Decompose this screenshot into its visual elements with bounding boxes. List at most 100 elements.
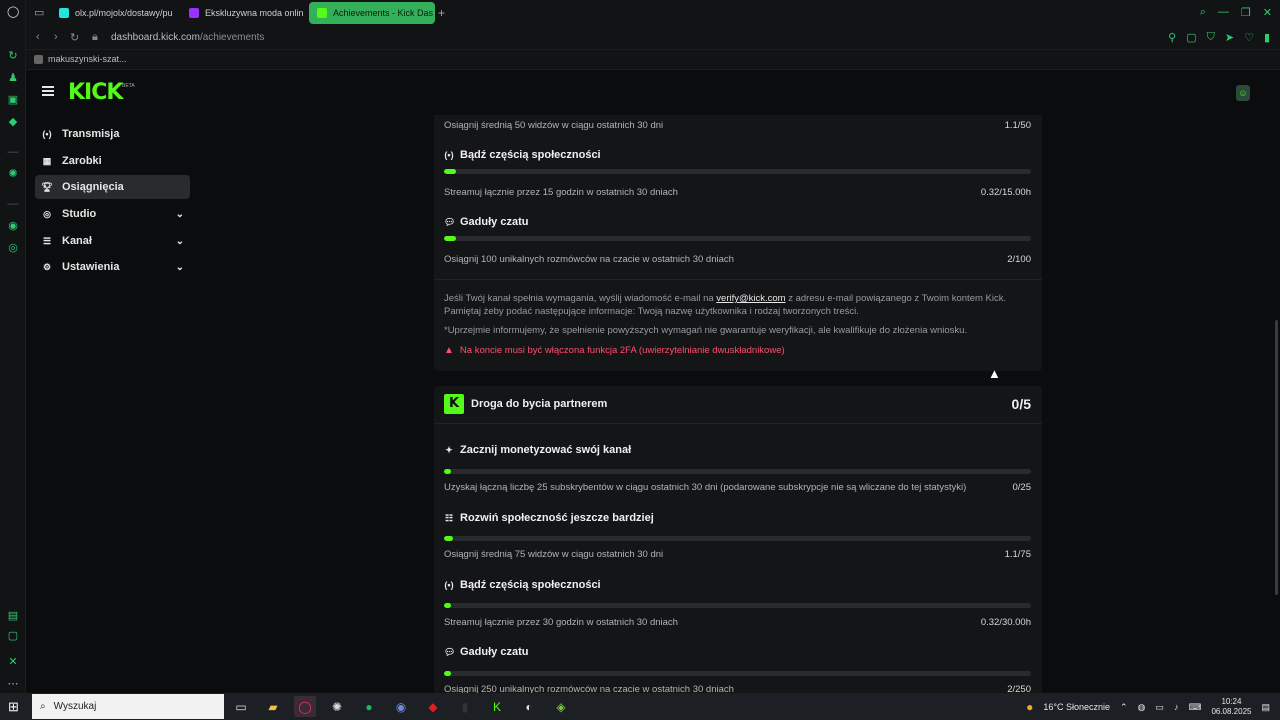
windows-start-icon[interactable]: ⊞ xyxy=(8,699,19,715)
minecraft-icon[interactable]: ◈ xyxy=(550,696,572,717)
forward-icon[interactable]: › xyxy=(54,31,58,43)
stat-title-label: Bądź częścią społeczności xyxy=(460,149,601,161)
file-explorer-icon[interactable]: ▰ xyxy=(262,696,284,717)
reload-icon[interactable]: ↻ xyxy=(70,31,79,44)
close-icon[interactable]: ✕ xyxy=(1263,6,1272,19)
battery-icon[interactable]: ▭ xyxy=(1155,702,1164,713)
sidebar-item-kanal[interactable]: ☰ Kanał ⌄ xyxy=(35,229,190,253)
snapshot-icon[interactable]: ▢ xyxy=(1186,31,1196,44)
address-bar-actions: ⚲ ▢ ⛉ ➤ ♡ ▮ xyxy=(1168,31,1270,44)
history-icon[interactable]: ↻ xyxy=(7,50,19,62)
extension-icon[interactable]: ▢ xyxy=(7,630,19,642)
network-icon[interactable]: ◍ xyxy=(1138,702,1146,713)
restore-icon[interactable]: ❐ xyxy=(1241,6,1251,19)
partner-header: K Droga do bycia partnerem 0/5 xyxy=(434,386,1042,426)
progress-fill xyxy=(444,536,453,541)
bookmark-item[interactable]: makuszynski-szat... xyxy=(34,54,127,64)
new-tab-button[interactable]: + xyxy=(438,6,445,20)
avatar[interactable]: ☺ xyxy=(1236,85,1250,101)
minimize-icon[interactable]: — xyxy=(1218,6,1229,19)
weather-text[interactable]: 16°C Słonecznie xyxy=(1043,702,1110,712)
chevron-down-icon: ⌄ xyxy=(175,208,184,220)
olx-favicon-icon xyxy=(59,8,69,18)
chat-bubble-icon: 💬︎ xyxy=(444,646,456,657)
notification-icon[interactable]: ▤ xyxy=(1261,702,1270,713)
kick-app-icon[interactable]: K xyxy=(486,696,508,717)
sidebar-item-zarobki[interactable]: ▦ Zarobki xyxy=(35,149,190,173)
kick-badge-icon: K xyxy=(444,394,464,414)
browser-logo-icon[interactable]: ◯ xyxy=(7,6,19,18)
chatgpt-app-icon[interactable]: ✺ xyxy=(326,696,348,717)
broadcast-icon: (•) xyxy=(444,150,454,160)
tab-kick-achievements[interactable]: Achievements - Kick Das xyxy=(309,2,435,24)
tab-label: Ekskluzywna moda onlin xyxy=(205,8,303,18)
chat-icon[interactable]: ◉ xyxy=(7,220,19,232)
kick-favicon-icon xyxy=(317,8,327,18)
search-icon[interactable]: ⌕ xyxy=(1200,6,1206,19)
stat-title-label: Bądź częścią społeczności xyxy=(460,579,601,591)
channel-icon: ☰ xyxy=(42,235,52,246)
task-view-icon[interactable]: ▭ xyxy=(230,696,252,717)
stat-value: 0/25 xyxy=(1012,482,1032,493)
keyboard-icon[interactable]: ⌨ xyxy=(1188,702,1201,713)
partner-panel: K Droga do bycia partnerem 0/5 ✦ Zacznij… xyxy=(434,386,1042,693)
progress-fill xyxy=(444,671,452,676)
messenger-icon[interactable]: ◆ xyxy=(7,116,19,128)
send-icon[interactable]: ➤ xyxy=(1225,31,1234,44)
sidebar-item-ustawienia[interactable]: ⚙ Ustawienia ⌄ xyxy=(35,255,190,279)
verify-email-link[interactable]: verify@kick.com xyxy=(716,293,785,304)
menu-icon[interactable] xyxy=(42,86,54,96)
sidebar-item-studio[interactable]: ◎ Studio ⌄ xyxy=(35,202,190,226)
stat-title: 💬︎ Gaduły czatu xyxy=(444,646,528,658)
divider xyxy=(434,279,1042,280)
url-field[interactable]: dashboard.kick.com/achievements xyxy=(111,32,264,43)
sidebar-toggle-icon[interactable]: ▮ xyxy=(1264,31,1270,44)
panel-icon[interactable]: ▤ xyxy=(7,610,19,622)
more-icon[interactable]: ⋯ xyxy=(7,678,19,690)
clock[interactable]: 10:24 06.08.2025 xyxy=(1211,697,1251,717)
studio-icon: ◎ xyxy=(43,208,51,219)
dark-app-icon[interactable]: ▮ xyxy=(454,696,476,717)
gx-icon[interactable]: ✕ xyxy=(7,656,19,668)
sidebar-item-osiagniecia[interactable]: 🏆︎ Osiągnięcia xyxy=(35,175,190,199)
tab-fashion[interactable]: Ekskluzywna moda onlin xyxy=(181,2,303,24)
pin-icon[interactable]: ⚲ xyxy=(1168,31,1176,44)
divider xyxy=(434,423,1042,424)
back-icon[interactable]: ‹ xyxy=(36,31,40,43)
url-host: dashboard.kick.com xyxy=(111,32,200,43)
spotify-icon[interactable]: ● xyxy=(358,696,380,717)
taskbar-search[interactable]: ⌕ Wyszukaj xyxy=(32,694,224,719)
sidebar-item-transmisja[interactable]: (•) Transmisja xyxy=(35,122,190,146)
volume-icon[interactable]: ♪ xyxy=(1174,702,1179,712)
stat-value: 1.1/50 xyxy=(1004,120,1031,131)
url-path: /achievements xyxy=(199,32,265,43)
heart-icon[interactable]: ♡ xyxy=(1244,31,1254,44)
progress-bar xyxy=(444,469,1031,474)
red-app-icon[interactable]: ◆ xyxy=(422,696,444,717)
browser-sidebar: ◯ ↻ ♟ ▣ ◆ — ✺ — ◉ ◎ ▤ ▢ ✕ ⋯ xyxy=(0,0,26,693)
chevron-up-icon[interactable]: ⌃ xyxy=(1120,702,1128,713)
whatsapp-icon[interactable]: ◎ xyxy=(7,242,19,254)
chevron-down-icon: ⌄ xyxy=(175,235,184,247)
stat-value: 2/250 xyxy=(1007,684,1031,693)
progress-bar xyxy=(444,169,1031,174)
steam-icon[interactable]: ◐ xyxy=(518,696,540,717)
chevron-down-icon: ⌄ xyxy=(175,261,184,273)
opera-gx-icon[interactable]: ◯ xyxy=(294,696,316,717)
user-icon[interactable]: ♟ xyxy=(7,72,19,84)
tab-olx[interactable]: olx.pl/mojolx/dostawy/pu xyxy=(51,2,173,24)
shield-icon[interactable]: ⛉ xyxy=(1207,31,1215,44)
chatgpt-icon[interactable]: ✺ xyxy=(7,168,19,180)
weather-icon: ● xyxy=(1026,700,1034,714)
progress-bar xyxy=(444,603,1031,608)
separator-icon: — xyxy=(7,146,19,158)
scrollbar[interactable] xyxy=(1275,115,1279,693)
discord-icon[interactable]: ◉ xyxy=(390,696,412,717)
scrollbar-thumb[interactable] xyxy=(1275,320,1278,595)
gear-icon: ⚙ xyxy=(42,261,52,272)
wallet-icon[interactable]: ▣ xyxy=(7,94,19,106)
kick-logo[interactable]: KICK xyxy=(68,80,123,105)
workspaces-icon[interactable]: ▭ xyxy=(34,6,44,19)
tab-bar: ▭ olx.pl/mojolx/dostawy/pu Ekskluzywna m… xyxy=(26,0,1280,26)
chat-bubble-icon: 💬︎ xyxy=(444,216,456,227)
